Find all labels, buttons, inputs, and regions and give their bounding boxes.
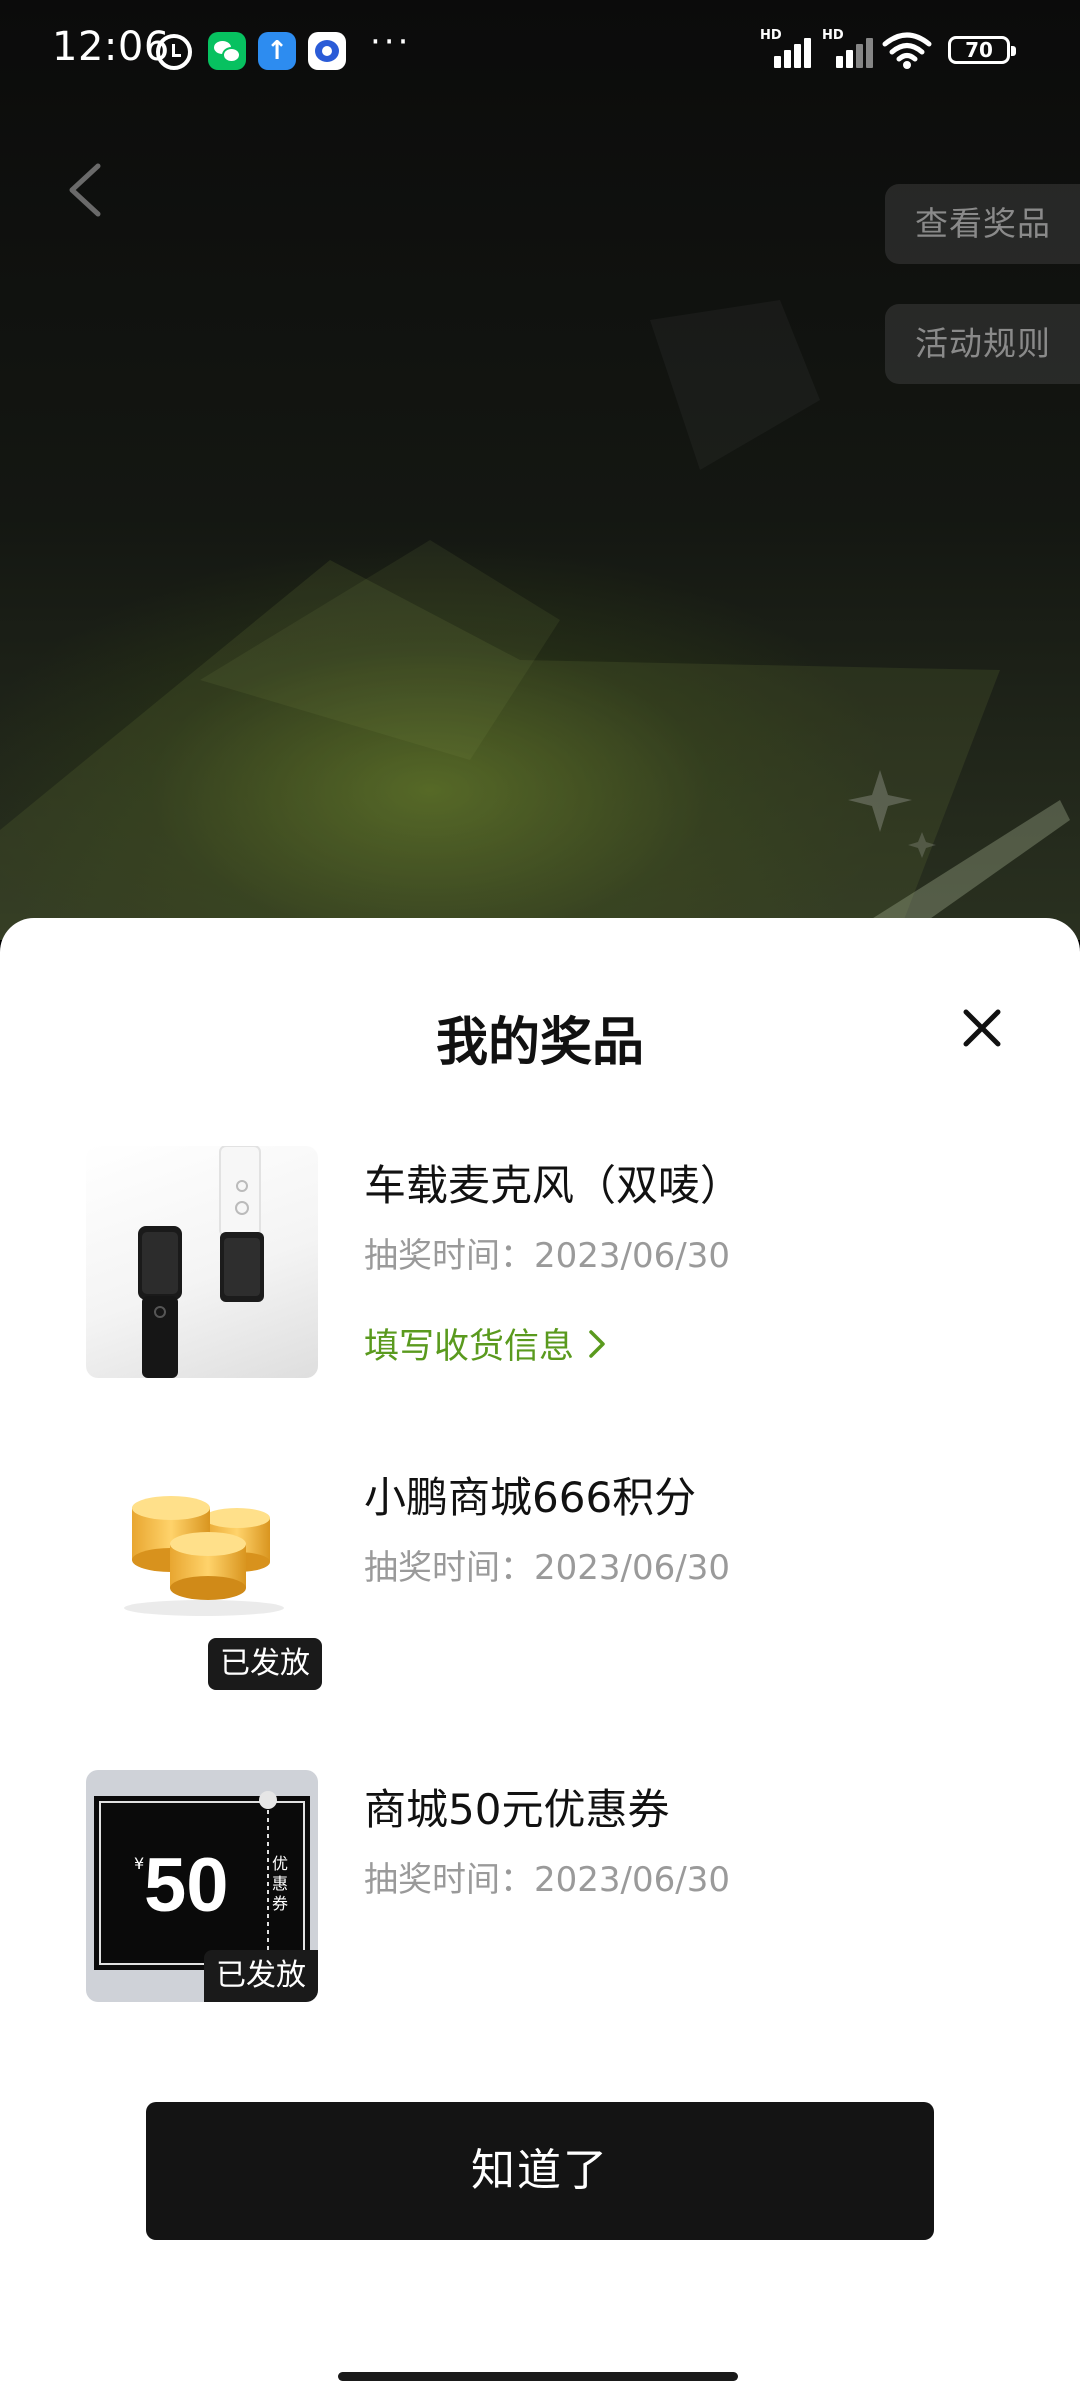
status-time: 12:06 <box>52 24 170 70</box>
prize-date: 抽奖时间：2023/06/30 <box>364 1540 730 1589</box>
prize-date-label: 抽奖时间： <box>364 1860 534 1900</box>
home-indicator[interactable] <box>338 2372 738 2381</box>
got-it-button[interactable]: 知道了 <box>146 2102 934 2240</box>
view-prizes-button[interactable]: 查看奖品 <box>885 184 1080 264</box>
coupon-amount: 50 <box>144 1843 229 1928</box>
prize-name: 小鹏商城666积分 <box>364 1473 697 1522</box>
upload-icon: ↑ <box>258 32 296 70</box>
prize-date-value: 2023/06/30 <box>534 1236 730 1276</box>
prize-date-value: 2023/06/30 <box>534 1860 730 1900</box>
fill-shipping-info-label: 填写收货信息 <box>364 1327 575 1367</box>
event-background <box>0 0 1080 940</box>
prize-name: 车载麦克风（双唛） <box>364 1161 743 1210</box>
prize-date-label: 抽奖时间： <box>364 1236 534 1276</box>
prize-date: 抽奖时间：2023/06/30 <box>364 1228 730 1277</box>
prize-item-coupon: ¥ 50 优惠券 已发放 商城50元优惠券 抽奖时间：2023/06/30 <box>86 1770 1026 2002</box>
coupon-side-text: 优惠券 <box>272 1854 289 1913</box>
alarm-icon <box>156 34 192 70</box>
coupon-currency: ¥ <box>134 1854 145 1873</box>
background-decoration <box>0 300 1070 940</box>
wechat-icon <box>208 32 246 70</box>
signal-icon: HD <box>760 28 814 68</box>
more-notifications-icon: ··· <box>370 22 412 62</box>
signal-icon-2: HD <box>822 28 876 68</box>
battery-icon: 70 <box>948 36 1016 64</box>
fill-shipping-info-link[interactable]: 填写收货信息 <box>364 1318 606 1369</box>
close-button[interactable] <box>958 1004 1006 1052</box>
prize-date: 抽奖时间：2023/06/30 <box>364 1852 730 1901</box>
prize-item-points: 已发放 小鹏商城666积分 抽奖时间：2023/06/30 <box>86 1458 1026 1690</box>
chevron-right-icon <box>589 1329 605 1358</box>
prize-name: 商城50元优惠券 <box>364 1785 670 1834</box>
status-badge: 已发放 <box>208 1638 322 1690</box>
coupon-image: ¥ 50 优惠券 已发放 <box>86 1770 318 2002</box>
wifi-icon <box>882 32 932 69</box>
modal-title: 我的奖品 <box>435 1013 644 1073</box>
status-bar: 12:06 ↑ ··· HD HD 70 <box>0 0 1080 100</box>
prize-item-microphone: 车载麦克风（双唛） 抽奖时间：2023/06/30 填写收货信息 <box>86 1146 1026 1378</box>
back-button[interactable] <box>62 160 108 220</box>
microphone-image <box>86 1146 318 1378</box>
prize-date-value: 2023/06/30 <box>534 1548 730 1588</box>
status-badge: 已发放 <box>204 1950 318 2002</box>
baidu-icon <box>308 32 346 70</box>
prize-date-label: 抽奖时间： <box>364 1548 534 1588</box>
activity-rules-button[interactable]: 活动规则 <box>885 304 1080 384</box>
